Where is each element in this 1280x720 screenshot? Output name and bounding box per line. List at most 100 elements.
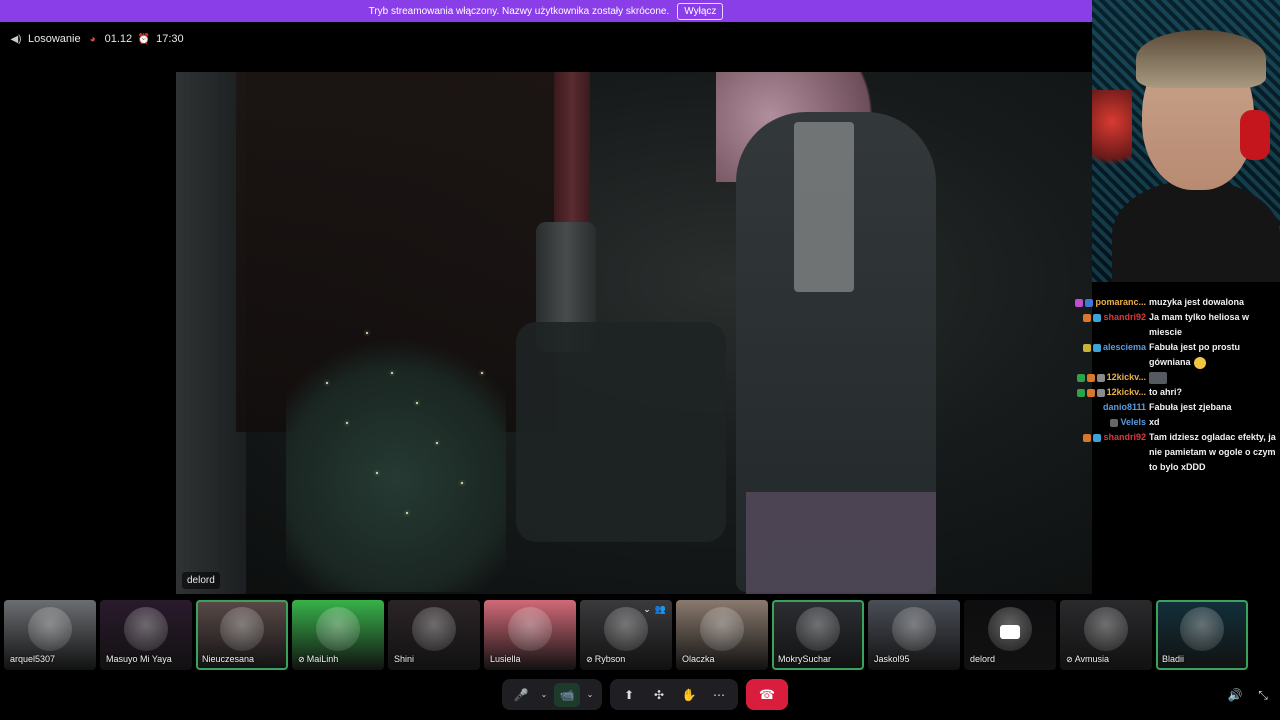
avatar: [316, 607, 360, 651]
chat-message: 12kickv...: [1060, 370, 1276, 385]
more-options-icon[interactable]: ⋯: [706, 683, 732, 707]
participant-tile[interactable]: ⊘ Avmusia: [1060, 600, 1152, 670]
chat-text: Ja mam tylko heliosa w miescie: [1149, 312, 1250, 337]
activities-icon[interactable]: ✣: [646, 683, 672, 707]
chat-username[interactable]: pomaranc...: [1095, 295, 1146, 310]
chat-message-meta: 12kickv...: [1060, 370, 1146, 385]
speaker-icon: ◀): [10, 33, 22, 45]
chat-username[interactable]: Velels: [1120, 415, 1146, 430]
muted-mic-icon: ⊘: [1066, 654, 1073, 664]
participant-tile[interactable]: Olaczka: [676, 600, 768, 670]
participant-name: Masuyo Mi Yaya: [106, 654, 172, 664]
tree-light: [416, 402, 418, 404]
chat-message-meta: shandri92: [1060, 310, 1146, 325]
chat-message-body: Fabuła jest zjebana: [1146, 400, 1276, 415]
streamer-mode-banner: Tryb streamowania włączony. Nazwy użytko…: [0, 0, 1092, 22]
chat-message-body: xd: [1146, 415, 1276, 430]
streamer-body: [1112, 180, 1280, 282]
chat-message: alesciema Fabuła jest po prostu gówniana: [1060, 340, 1276, 370]
camera-options-chevron-icon[interactable]: ⌄: [584, 683, 596, 707]
tree-light: [391, 372, 393, 374]
santa-emoji-icon: ◕: [89, 33, 96, 45]
tree-light: [376, 472, 378, 474]
participant-tile[interactable]: Masuyo Mi Yaya: [100, 600, 192, 670]
chat-message-meta: danio8111: [1060, 400, 1146, 415]
chat-username[interactable]: 12kickv...: [1107, 385, 1146, 400]
channel-header: ◀) Losowanie ◕ 01.12 ⏰ 17:30: [10, 31, 183, 47]
santa-figure: [1092, 90, 1132, 180]
participant-name-label: Shini: [394, 654, 414, 664]
participant-name-label: arquel5307: [10, 654, 55, 664]
participant-tile[interactable]: Jaskol95: [868, 600, 960, 670]
participant-name: Lusiella: [490, 654, 521, 664]
disable-streamer-mode-button[interactable]: Wyłącz: [677, 2, 724, 20]
participant-tile[interactable]: Lusiella: [484, 600, 576, 670]
mic-options-chevron-icon[interactable]: ⌄: [538, 683, 550, 707]
chat-badge-icon: [1076, 388, 1085, 397]
muted-mic-icon: ⊘: [298, 654, 305, 664]
tile-actions: ⌄ 👥: [643, 604, 666, 615]
participant-name-label: ⊘ Avmusia: [1066, 654, 1109, 664]
chat-text: Fabuła jest zjebana: [1149, 402, 1232, 412]
avatar: [220, 607, 264, 651]
chat-badge-icon: [1086, 388, 1095, 397]
chat-message-body: muzyka jest dowalona: [1146, 295, 1276, 310]
camera-icon[interactable]: 📹: [554, 682, 580, 707]
chat-badge-icon: [1092, 343, 1101, 352]
participant-tile[interactable]: Shini: [388, 600, 480, 670]
exit-fullscreen-icon[interactable]: ⤡: [1254, 686, 1272, 704]
chat-badge-icon: [1110, 418, 1119, 427]
participant-tile[interactable]: Nieuczesana: [196, 600, 288, 670]
chat-badge-icon: [1086, 373, 1095, 382]
streamer-hair: [1136, 30, 1266, 88]
participant-name: Rybson: [594, 654, 626, 664]
participant-name-label: Jaskol95: [874, 654, 910, 664]
avatar: [700, 607, 744, 651]
chat-message-body: Fabuła jest po prostu gówniana: [1146, 340, 1276, 370]
chat-message: pomaranc... muzyka jest dowalona: [1060, 295, 1276, 310]
chat-badge-icon: [1096, 388, 1105, 397]
participant-name: MokrySuchar: [778, 654, 832, 664]
chat-message: 12kickv... to ahri?: [1060, 385, 1276, 400]
chat-username[interactable]: alesciema: [1103, 340, 1146, 355]
tree-light: [481, 372, 483, 374]
participant-tile[interactable]: MokrySuchar: [772, 600, 864, 670]
chat-badge-icon: [1085, 298, 1094, 307]
chat-username[interactable]: danio8111: [1103, 400, 1146, 415]
headset-icon: [1240, 110, 1270, 160]
video-scene-chair: [516, 322, 726, 542]
participant-name: Jaskol95: [874, 654, 910, 664]
chat-text: muzyka jest dowalona: [1149, 297, 1245, 307]
participant-name-label: delord: [970, 654, 995, 664]
hangup-icon: ☎: [758, 686, 776, 702]
chat-message: danio8111 Fabuła jest zjebana: [1060, 400, 1276, 415]
chat-username[interactable]: shandri92: [1103, 310, 1146, 325]
participant-tile[interactable]: ⌄ 👥 ⊘ Rybson: [580, 600, 672, 670]
participant-tile[interactable]: Bladii: [1156, 600, 1248, 670]
avatar: [1180, 607, 1224, 651]
chat-badge-icon: [1096, 373, 1105, 382]
soundboard-icon[interactable]: ✋: [676, 683, 702, 707]
participant-tile[interactable]: delord: [964, 600, 1056, 670]
participant-name-label: MokrySuchar: [778, 654, 831, 664]
participant-name: Avmusia: [1074, 654, 1110, 664]
screen-share-icon[interactable]: ⬆: [616, 683, 642, 707]
participant-tile[interactable]: arquel5307: [4, 600, 96, 670]
main-stream-video[interactable]: delord: [176, 72, 1092, 594]
chat-message-body: Ja mam tylko heliosa w miescie: [1146, 310, 1276, 340]
disconnect-button[interactable]: ☎: [746, 679, 788, 710]
chevron-down-icon[interactable]: ⌄: [643, 604, 651, 615]
call-controls: 🎤 ⌄ 📹 ⌄ ⬆ ✣ ✋ ⋯ ☎: [502, 679, 788, 710]
channel-name: Losowanie: [28, 33, 81, 45]
users-icon[interactable]: 👥: [655, 604, 666, 615]
chat-username[interactable]: shandri92: [1103, 430, 1146, 445]
chat-username[interactable]: 12kickv...: [1107, 370, 1146, 385]
volume-icon[interactable]: 🔊: [1226, 686, 1244, 704]
video-scene-pillow: [746, 492, 936, 594]
tree-light: [461, 482, 463, 484]
participant-name: MaiLinh: [306, 654, 339, 664]
chat-badge-icon: [1075, 298, 1084, 307]
tree-light: [346, 422, 348, 424]
participant-tile[interactable]: ⊘ MaiLinh: [292, 600, 384, 670]
microphone-icon[interactable]: 🎤: [508, 683, 534, 707]
